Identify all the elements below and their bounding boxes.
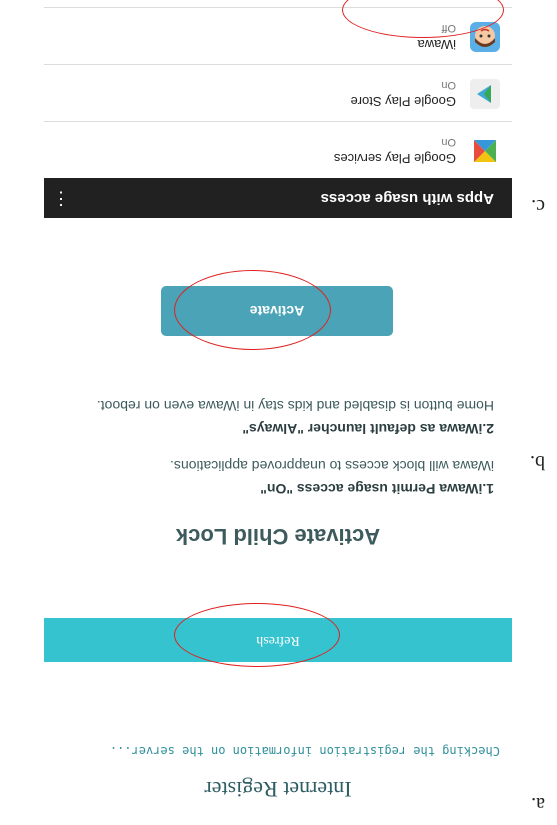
panel-label-a: a. [531, 793, 545, 815]
step-1-description: iWawa will block access to unapproved ap… [170, 458, 494, 474]
step-2-description: Home button is disabled and kids stay in… [96, 398, 494, 414]
app-name: Google Play Store [350, 94, 456, 109]
list-item-google-play-services[interactable]: Google Play services On [44, 121, 512, 178]
google-play-store-icon [470, 79, 500, 109]
app-bar: Apps with usage access ⋮ [44, 178, 512, 218]
page-title: Activate Child Lock [175, 524, 381, 549]
list-item-google-play-store[interactable]: Google Play Store On [44, 64, 512, 121]
step-2-title: 2.iWawa as default launcher "Always" [242, 421, 494, 437]
highlight-ring-activate [174, 270, 331, 350]
more-options-icon[interactable]: ⋮ [52, 188, 70, 210]
panel-label-b: b. [530, 451, 545, 473]
status-message: Checking the registration information on… [109, 744, 500, 758]
app-bar-title: Apps with usage access [320, 190, 494, 207]
step-1-title: 1.iWawa Permit usage access "On" [260, 481, 494, 497]
app-name: iWawa [417, 37, 456, 52]
app-status: On [441, 79, 456, 91]
panel-label-c: c. [531, 195, 545, 217]
app-status: On [441, 136, 456, 148]
highlight-ring-refresh [174, 603, 340, 667]
page-title: Internet Register [204, 777, 352, 802]
app-name: Google Play services [333, 151, 456, 166]
google-play-services-icon [470, 136, 500, 166]
composite-screenshot: a. Internet Register Checking the regist… [0, 0, 557, 825]
